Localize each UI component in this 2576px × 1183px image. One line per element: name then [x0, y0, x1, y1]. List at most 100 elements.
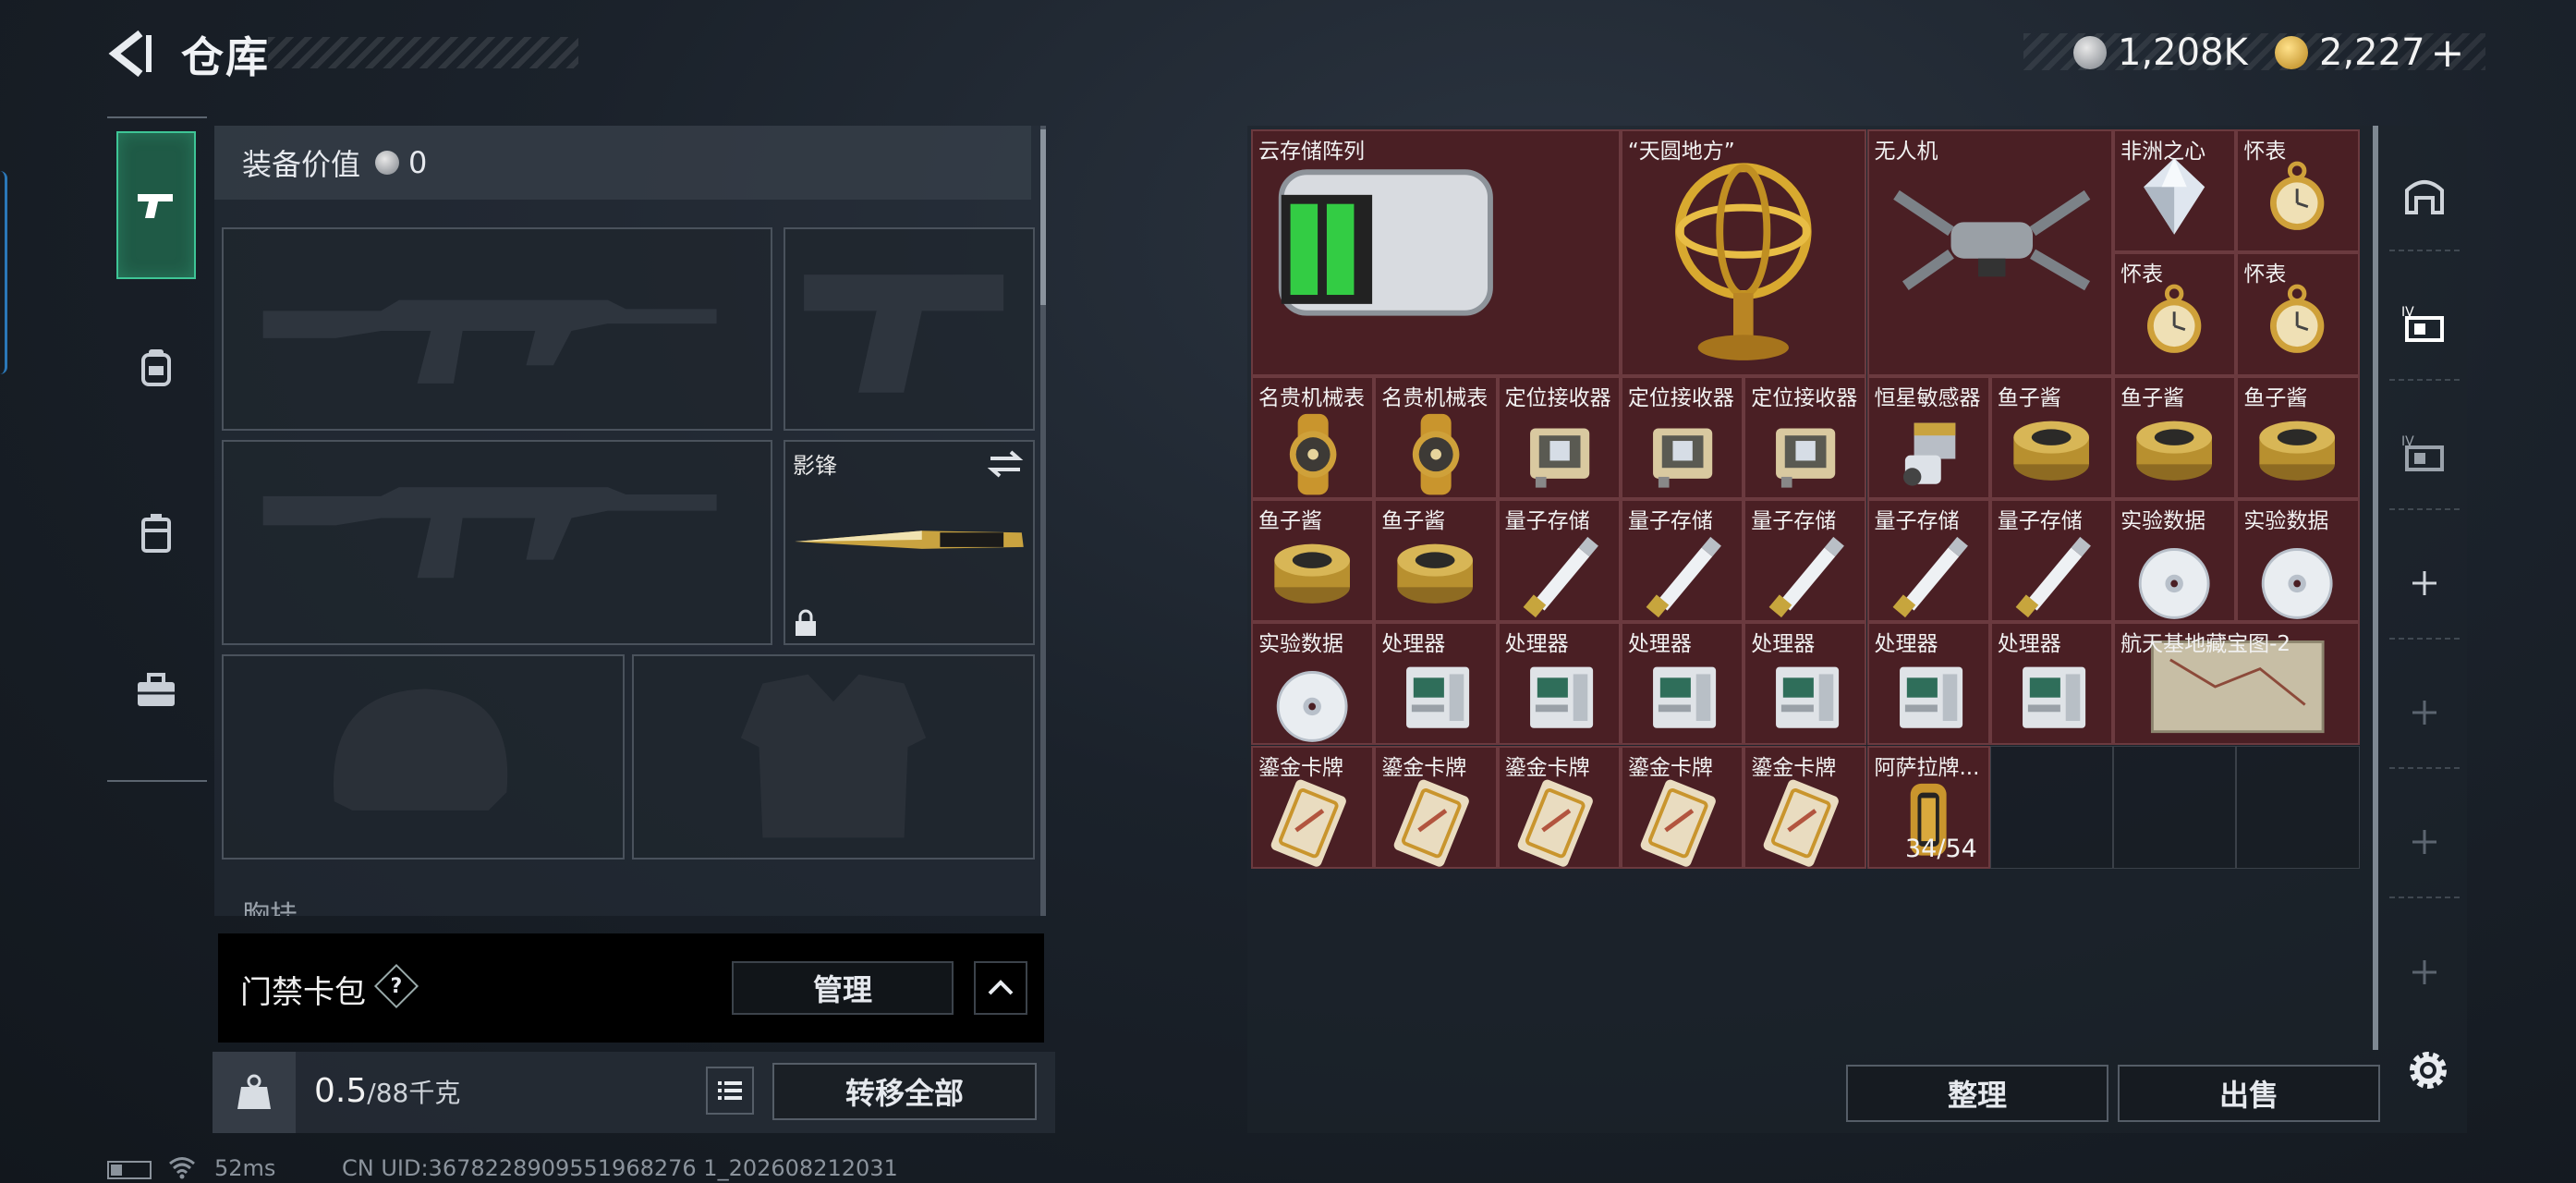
add-storage-tab-3[interactable] — [2389, 787, 2460, 898]
back-button[interactable] — [103, 26, 159, 81]
storage-item[interactable]: 处理器 — [1744, 622, 1867, 746]
title-stripe — [268, 37, 578, 68]
primary-weapon-slot[interactable] — [222, 227, 772, 431]
storage-item-label: 怀表 — [2243, 262, 2287, 287]
nav-container[interactable] — [116, 460, 196, 608]
add-currency-icon[interactable]: + — [2431, 30, 2465, 77]
storage-item[interactable]: 鎏金卡牌 — [1744, 745, 1867, 869]
storage-item[interactable]: 鎏金卡牌 — [1374, 745, 1498, 869]
storage-item[interactable]: 名贵机械表 — [1374, 375, 1498, 499]
storage-item[interactable]: 航天基地藏宝图-2 — [2113, 622, 2360, 746]
storage-item[interactable]: 实验数据 — [2113, 498, 2237, 623]
storage-item-count: 34/54 — [1904, 834, 1977, 863]
storage-item-label: 名贵机械表 — [1381, 385, 1488, 410]
empty-slot[interactable] — [1989, 745, 2114, 869]
ping-readout: 52ms — [214, 1155, 276, 1181]
storage-item[interactable]: 怀表 — [2236, 252, 2360, 376]
add-storage-tab-2[interactable] — [2389, 658, 2460, 769]
helmet-slot[interactable] — [222, 654, 625, 860]
equipment-scroll-thumb[interactable] — [1040, 129, 1046, 305]
max-weight: /88千克 — [367, 1078, 461, 1108]
storage-item[interactable]: 处理器 — [1620, 622, 1744, 746]
storage-item-label: 航天基地藏宝图-2 — [2120, 632, 2291, 657]
storage-item-label: 鱼子酱 — [1997, 385, 2061, 410]
list-view-button[interactable] — [706, 1067, 754, 1115]
tab-storage-iv-active[interactable]: IV — [2389, 270, 2460, 381]
melee-slot[interactable]: 影锋 — [784, 440, 1035, 645]
manage-button[interactable]: 管理 — [732, 961, 954, 1015]
tab-storage-home[interactable] — [2389, 140, 2460, 251]
storage-scrollbar[interactable] — [2373, 126, 2378, 1050]
storage-item[interactable]: 实验数据 — [2236, 498, 2360, 623]
storage-item[interactable]: 鱼子酱 — [1374, 498, 1498, 623]
storage-item[interactable]: 处理器 — [1866, 622, 1990, 746]
storage-item[interactable]: 处理器 — [1497, 622, 1621, 746]
settings-button[interactable] — [2399, 1041, 2458, 1100]
storage-item[interactable]: 鱼子酱 — [2236, 375, 2360, 499]
armor-slot[interactable] — [632, 654, 1035, 860]
storage-item[interactable]: 云存储阵列 — [1251, 129, 1621, 376]
sell-button[interactable]: 出售 — [2118, 1065, 2380, 1122]
help-glyph: ? — [390, 974, 403, 998]
storage-item[interactable]: 鎏金卡牌 — [1620, 745, 1744, 869]
storage-item-label: 鱼子酱 — [2243, 385, 2308, 410]
silver-amount: 1,208K — [2118, 31, 2248, 74]
storage-item[interactable]: 量子存储 — [1744, 498, 1867, 623]
add-storage-tab-4[interactable] — [2389, 917, 2460, 1028]
storage-item-label: 定位接收器 — [1504, 385, 1611, 410]
sort-button[interactable]: 整理 — [1846, 1065, 2108, 1122]
storage-item[interactable]: 定位接收器 — [1744, 375, 1867, 499]
storage-item[interactable]: 怀表 — [2236, 129, 2360, 253]
uid-readout: CN UID:3678228909551968276 1_20260821203… — [342, 1155, 898, 1181]
storage-item[interactable]: 量子存储 — [1497, 498, 1621, 623]
storage-item[interactable]: 非洲之心 — [2113, 129, 2237, 253]
gold-amount: 2,227 — [2319, 31, 2425, 74]
empty-slot[interactable] — [2113, 745, 2237, 869]
storage-item[interactable]: 名贵机械表 — [1251, 375, 1375, 499]
storage-item[interactable]: 处理器 — [1989, 622, 2114, 746]
storage-item[interactable]: 量子存储 — [1989, 498, 2114, 623]
storage-item[interactable]: “天圆地方” — [1620, 129, 1867, 376]
add-storage-tab-1[interactable] — [2389, 529, 2460, 640]
storage-item[interactable]: 鱼子酱 — [1989, 375, 2114, 499]
weight-icon-box — [213, 1052, 296, 1133]
transfer-all-button[interactable]: 转移全部 — [772, 1063, 1037, 1120]
storage-item-label: 鎏金卡牌 — [1504, 755, 1590, 780]
storage-item[interactable]: 鱼子酱 — [1251, 498, 1375, 623]
nav-weapons[interactable] — [116, 131, 196, 279]
gold-currency[interactable]: 2,227 + — [2275, 28, 2464, 78]
help-button[interactable]: ? — [373, 963, 419, 1009]
nav-case[interactable] — [116, 617, 196, 765]
storage-item[interactable]: 怀表 — [2113, 252, 2237, 376]
rifle-silhouette-icon — [262, 299, 717, 384]
storage-item-label: 实验数据 — [2120, 508, 2206, 533]
nav-backpack-gear[interactable] — [116, 294, 196, 442]
plus-icon — [2412, 830, 2436, 854]
storage-item[interactable]: 定位接收器 — [1620, 375, 1744, 499]
tab-storage-iv[interactable]: IV — [2389, 399, 2460, 510]
collapse-button[interactable] — [974, 961, 1027, 1015]
plus-icon — [2412, 571, 2436, 595]
storage-item[interactable]: 量子存储 — [1866, 498, 1990, 623]
storage-item[interactable]: 定位接收器 — [1497, 375, 1621, 499]
storage-item[interactable]: 阿萨拉牌... 34/54 — [1866, 745, 1990, 869]
storage-item[interactable]: 鎏金卡牌 — [1251, 745, 1375, 869]
storage-item[interactable]: 处理器 — [1374, 622, 1498, 746]
access-card-label: 门禁卡包 — [240, 974, 366, 1011]
storage-item[interactable]: 恒星敏感器 — [1866, 375, 1990, 499]
armillary-icon — [1674, 163, 1812, 360]
storage-item[interactable]: 鎏金卡牌 — [1497, 745, 1621, 869]
storage-item[interactable]: 量子存储 — [1620, 498, 1744, 623]
rifle-silhouette-icon — [262, 487, 717, 579]
storage-item-label: 怀表 — [2120, 262, 2164, 287]
storage-item[interactable]: 无人机 — [1866, 129, 2114, 376]
lock-icon — [796, 609, 816, 636]
storage-item[interactable]: 实验数据 — [1251, 622, 1375, 746]
secondary-weapon-slot[interactable] — [784, 227, 1035, 431]
server-icon — [1278, 169, 1493, 316]
storage-item[interactable]: 鱼子酱 — [2113, 375, 2237, 499]
secondary-primary-weapon-slot[interactable] — [222, 440, 772, 645]
empty-slot[interactable] — [2236, 745, 2360, 869]
pistol-icon — [138, 194, 173, 218]
storage-item-label: 量子存储 — [1751, 508, 1837, 533]
